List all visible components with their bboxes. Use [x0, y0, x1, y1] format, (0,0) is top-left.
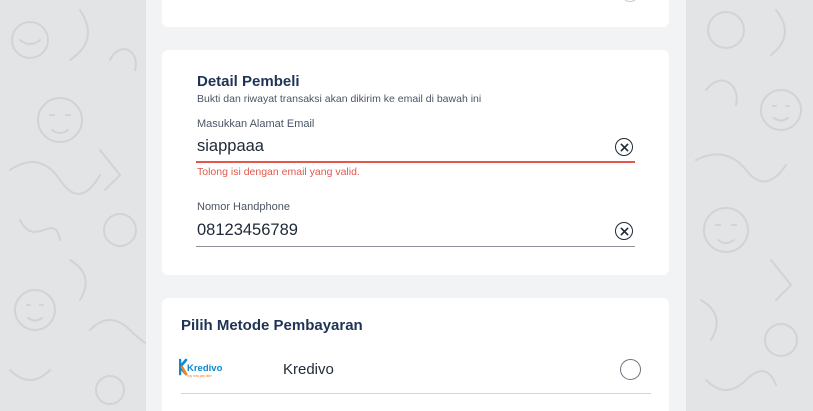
svg-text:buy now pay later: buy now pay later	[187, 374, 213, 378]
clear-circle-x-icon	[620, 143, 628, 151]
checkout-column: Detail Pembeli Bukti dan riwayat transak…	[146, 0, 686, 411]
previous-section-card	[162, 0, 669, 27]
previous-section-radio[interactable]	[621, 0, 639, 2]
phone-clear-button[interactable]	[615, 222, 633, 240]
buyer-details-card: Detail Pembeli Bukti dan riwayat transak…	[162, 50, 669, 275]
clear-circle-x-icon	[620, 227, 628, 235]
phone-label: Nomor Handphone	[197, 201, 290, 213]
phone-field[interactable]: 08123456789	[197, 221, 298, 240]
payment-method-divider	[181, 393, 651, 394]
email-label: Masukkan Alamat Email	[197, 118, 315, 130]
payment-section-title: Pilih Metode Pembayaran	[181, 317, 363, 334]
phone-field-underline	[196, 246, 635, 247]
svg-text:Kredivo: Kredivo	[187, 363, 223, 374]
payment-method-kredivo[interactable]: Kredivo buy now pay later Kredivo	[162, 350, 669, 394]
buyer-section-title: Detail Pembeli	[197, 73, 300, 90]
email-field[interactable]: siappaaa	[197, 137, 264, 156]
email-clear-button[interactable]	[615, 138, 633, 156]
payment-method-radio[interactable]	[620, 359, 641, 380]
email-field-underline	[196, 161, 635, 163]
payment-method-card: Pilih Metode Pembayaran Kredivo buy now …	[162, 298, 669, 411]
email-error-message: Tolong isi dengan email yang valid.	[197, 166, 360, 178]
background-pattern-left	[9, 9, 146, 405]
background-pattern-right	[695, 9, 802, 391]
kredivo-logo-icon: Kredivo buy now pay later	[179, 358, 223, 378]
buyer-section-subtitle: Bukti dan riwayat transaksi akan dikirim…	[197, 93, 482, 105]
payment-method-name: Kredivo	[283, 361, 334, 378]
